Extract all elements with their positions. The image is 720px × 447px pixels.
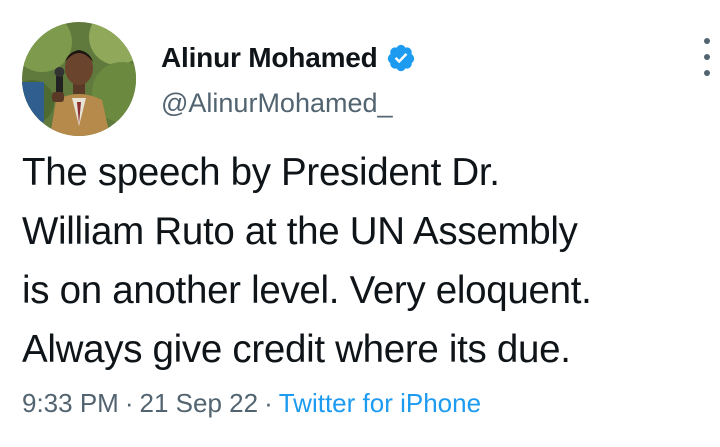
more-dot [704, 70, 710, 76]
display-name[interactable]: Alinur Mohamed [161, 42, 378, 74]
more-dot [704, 38, 710, 44]
author-name-row: Alinur Mohamed [161, 38, 416, 78]
avatar[interactable] [22, 22, 136, 136]
tweet-text-line: William Ruto at the UN Assembly [22, 210, 578, 253]
tweet-text-line: Always give credit where its due. [22, 328, 571, 371]
more-options-icon[interactable] [698, 38, 716, 76]
tweet-text-line: The speech by President Dr. [22, 151, 500, 194]
tweet-text: The speech by President Dr. William Ruto… [22, 143, 718, 379]
verified-badge-icon [386, 43, 416, 73]
tweet-date[interactable]: 21 Sep 22 [140, 388, 259, 418]
tweet-time[interactable]: 9:33 PM [22, 388, 119, 418]
meta-separator: · [264, 388, 273, 418]
meta-separator: · [124, 388, 134, 418]
tweet-source-link[interactable]: Twitter for iPhone [279, 388, 481, 418]
tweet-text-line: is on another level. Very eloquent. [22, 269, 592, 312]
profile-photo-icon [22, 22, 136, 136]
more-dot [704, 54, 710, 60]
author-handle[interactable]: @AlinurMohamed_ [161, 88, 393, 119]
tweet-meta: 9:33 PM · 21 Sep 22 · Twitter for iPhone [22, 388, 481, 419]
tweet-card: Alinur Mohamed @AlinurMohamed_ The speec… [0, 0, 720, 447]
